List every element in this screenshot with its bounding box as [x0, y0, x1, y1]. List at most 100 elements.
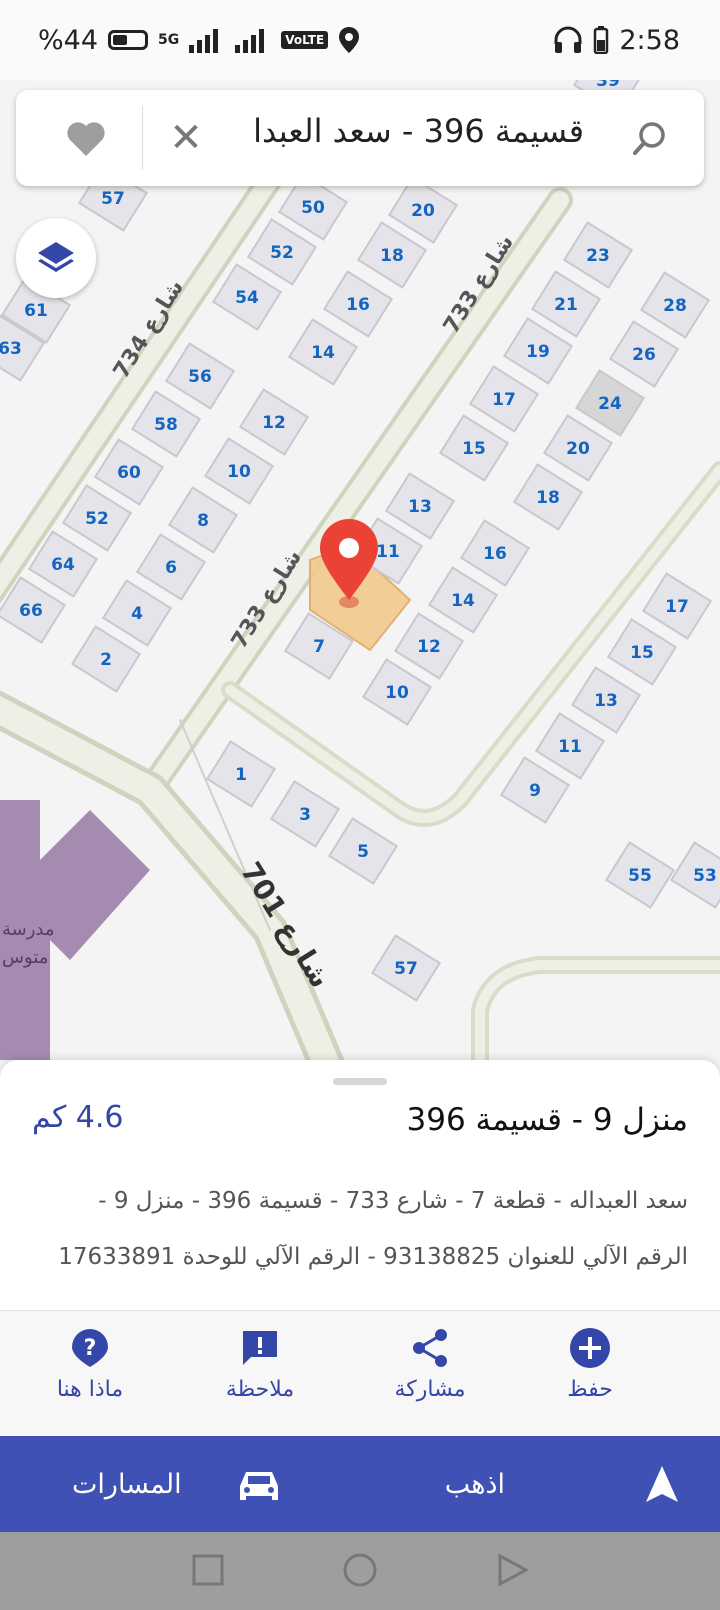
parcel-number: 12: [262, 413, 286, 433]
parcel-number: 1: [235, 765, 247, 785]
school-label-2: متوس: [2, 947, 48, 968]
help-icon: ?: [72, 1329, 108, 1367]
go-button[interactable]: [574, 1436, 680, 1532]
action-bar: حفظ مشاركة ملاحظة ? ماذا هنا: [0, 1310, 720, 1439]
back-icon[interactable]: [494, 1552, 530, 1588]
school-label-1: مدرسة: [2, 919, 55, 940]
parcel-number: 26: [632, 345, 656, 365]
add-circle-icon: [570, 1328, 610, 1368]
parcel-number: 10: [385, 683, 409, 703]
parcel-number: 66: [19, 601, 43, 621]
parcel-number: 55: [628, 866, 652, 886]
distance-label: 4.6 كم: [32, 1100, 124, 1135]
volte-icon: VoLTE: [281, 31, 329, 49]
signal-icon-2: [235, 29, 265, 53]
parcel-number: 12: [417, 637, 441, 657]
parcel-number: 23: [586, 246, 610, 266]
parcel-number: 15: [462, 439, 486, 459]
parcel-number: 14: [451, 591, 475, 611]
battery-small-icon: [594, 26, 609, 54]
parcel-number: 15: [630, 643, 654, 663]
parcel-number: 50: [301, 198, 325, 218]
parcel-number: 2: [100, 650, 112, 670]
parcel-number: 52: [270, 243, 294, 263]
routes-car-button[interactable]: [238, 1436, 280, 1532]
share-label: مشاركة: [394, 1377, 466, 1402]
clock: 2:58: [619, 24, 680, 56]
battery-icon: [108, 30, 149, 50]
save-button[interactable]: حفظ: [510, 1327, 670, 1402]
parcel-number: 13: [408, 497, 432, 517]
status-right: 2:58: [553, 22, 680, 58]
search-divider: [142, 106, 143, 170]
parcel-number: 4: [131, 604, 143, 624]
parcel-number: 9: [529, 781, 541, 801]
what-here-button[interactable]: ? ماذا هنا: [10, 1327, 170, 1402]
svg-text:?: ?: [84, 1336, 97, 1361]
parcel-number: 3: [299, 805, 311, 825]
parcel-number: 16: [346, 295, 370, 315]
what-here-label: ماذا هنا: [56, 1377, 124, 1402]
parcel-number: 17: [665, 597, 689, 617]
network-type: 5G: [158, 32, 180, 48]
parcel-number: 54: [235, 288, 259, 308]
go-label-wrap[interactable]: اذهب: [445, 1436, 505, 1532]
map-canvas[interactable]: مدرسة متوس 3957 50 2052 186154 1663 142321 281…: [0, 72, 720, 1072]
parcel-number: 52: [85, 509, 109, 529]
car-icon: [240, 1472, 278, 1500]
parcel-number: 5: [357, 842, 369, 862]
feedback-icon: [243, 1331, 277, 1365]
go-label: اذهب: [444, 1468, 505, 1500]
location-icon: [339, 27, 360, 53]
home-icon[interactable]: [342, 1552, 378, 1588]
signal-icon: [189, 29, 219, 53]
system-navigation-bar: [0, 1532, 720, 1610]
parcel-number: 17: [492, 390, 516, 410]
parcel-number: 20: [566, 439, 590, 459]
battery-percent: %44: [38, 24, 99, 56]
heart-icon[interactable]: [62, 114, 110, 162]
recents-icon[interactable]: [190, 1552, 226, 1588]
status-bar: %44 5G VoLTE 2:58: [0, 0, 720, 80]
navigation-bar: اذهب المسارات: [0, 1436, 720, 1532]
parcel-number: 21: [554, 295, 578, 315]
layers-icon: [38, 242, 74, 272]
routes-label: المسارات: [72, 1468, 182, 1500]
parcel-number: 6: [165, 558, 177, 578]
parcel-number: 8: [197, 511, 209, 531]
search-query[interactable]: قسيمة 396 - سعد العبدا: [253, 112, 584, 150]
parcel-number: 57: [394, 959, 418, 979]
parcel-number: 11: [376, 542, 400, 562]
place-title: منزل 9 - قسيمة 396: [406, 1102, 688, 1138]
parcel-number: 24: [598, 394, 622, 414]
parcel-number: 11: [558, 737, 582, 757]
address-line-1: سعد العبداله - قطعة 7 - شارع 733 - قسيمة…: [98, 1188, 688, 1214]
routes-button[interactable]: المسارات: [72, 1436, 182, 1532]
status-left: %44 5G VoLTE: [38, 22, 360, 58]
parcel-number: 14: [311, 343, 335, 363]
parcel-number: 53: [693, 866, 717, 886]
parcel-number: 60: [117, 463, 141, 483]
place-details-sheet[interactable]: منزل 9 - قسيمة 396 4.6 كم سعد العبداله -…: [0, 1060, 720, 1310]
save-label: حفظ: [567, 1377, 613, 1402]
layers-button[interactable]: [16, 218, 96, 298]
share-button[interactable]: مشاركة: [350, 1327, 510, 1402]
parcel-number: 64: [51, 555, 75, 575]
share-icon: [413, 1329, 447, 1367]
parcel-number: 58: [154, 415, 178, 435]
sheet-drag-handle[interactable]: [333, 1078, 387, 1085]
close-icon[interactable]: ✕: [164, 116, 208, 160]
search-icon[interactable]: [630, 118, 670, 158]
parcel-number: 63: [0, 339, 22, 359]
note-button[interactable]: ملاحظة: [180, 1327, 340, 1402]
parcel-number: 7: [313, 637, 325, 657]
parcel-number: 20: [411, 201, 435, 221]
parcel-number: 61: [24, 301, 48, 321]
parcel-number: 16: [483, 544, 507, 564]
map-view[interactable]: مدرسة متوس 39 57 50 20 52 18 61 54 16 63 14 23 21 28 1…: [0, 72, 720, 1072]
parcel-number: 56: [188, 367, 212, 387]
parcel-number: 13: [594, 691, 618, 711]
search-bar[interactable]: قسيمة 396 - سعد العبدا ✕: [16, 90, 704, 186]
parcel-number: 19: [526, 342, 550, 362]
navigation-arrow-icon: [646, 1466, 678, 1502]
